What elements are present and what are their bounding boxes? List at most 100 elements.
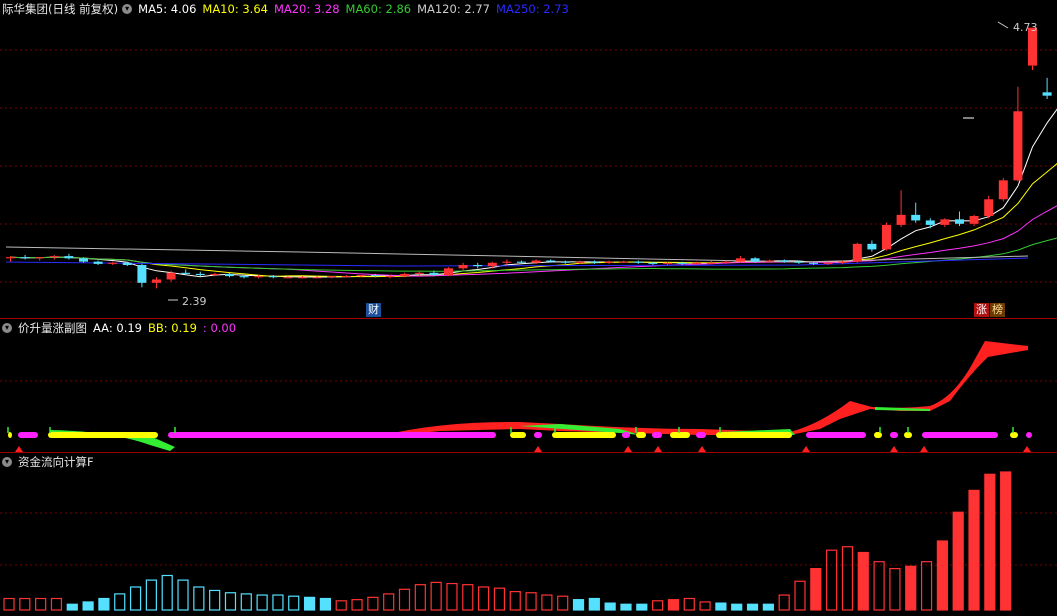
fund-flow-bar xyxy=(699,601,711,611)
candle-body xyxy=(414,272,424,274)
fund-flow-bar xyxy=(794,580,806,611)
ma20-label: MA20: 3.28 xyxy=(273,2,340,16)
fund-flow-bar xyxy=(604,602,616,611)
main-header: 际华集团(日线 前复权) ▾ MA5: 4.06 MA10: 3.64 MA20… xyxy=(0,0,575,18)
candle-body xyxy=(882,224,891,250)
fund-flow-bar xyxy=(35,597,47,611)
candle-body xyxy=(575,261,585,263)
fund-flow-bar xyxy=(3,597,15,611)
sub-chart-1-canvas[interactable] xyxy=(0,319,1057,452)
fund-flow-bar xyxy=(936,540,948,611)
ma120-label: MA120: 2.77 xyxy=(417,2,490,16)
fund-flow-bar xyxy=(177,579,189,611)
fund-flow-bar xyxy=(383,593,395,611)
candle-body xyxy=(473,265,483,267)
ma60-label: MA60: 2.86 xyxy=(345,2,412,16)
fund-flow-bar xyxy=(493,587,506,611)
candle-body xyxy=(531,260,541,263)
candle-body xyxy=(487,262,497,267)
candle-body xyxy=(79,258,88,262)
main-chart-panel[interactable]: 际华集团(日线 前复权) ▾ MA5: 4.06 MA10: 3.64 MA20… xyxy=(0,0,1057,318)
fund-flow-bar xyxy=(762,603,774,611)
candle-body xyxy=(721,261,731,263)
signal-bar xyxy=(922,432,998,438)
signal-bar xyxy=(534,432,542,438)
high-price-label: 4.73 xyxy=(1013,21,1038,34)
candle-body xyxy=(911,214,921,221)
signal-bar xyxy=(874,432,882,438)
sub1-title: 价升量涨副图 xyxy=(18,321,87,335)
candle-body xyxy=(502,261,512,263)
fund-flow-bar xyxy=(525,592,537,611)
fund-flow-bar xyxy=(430,581,442,611)
stock-title: 际华集团(日线 前复权) xyxy=(2,2,119,16)
sub2-dropdown-icon[interactable]: ▾ xyxy=(2,457,12,467)
candle-body xyxy=(327,276,337,278)
candle-body xyxy=(969,215,979,224)
candle-body xyxy=(896,214,906,225)
fund-flow-bar xyxy=(557,595,569,611)
candle-body xyxy=(64,256,74,259)
signal-bar xyxy=(48,432,158,438)
main-chart-canvas[interactable] xyxy=(0,0,1057,318)
fund-flow-bar xyxy=(873,561,885,611)
candle-body xyxy=(823,262,833,264)
candle-body xyxy=(1013,111,1023,181)
candle-body xyxy=(736,258,745,262)
fund-flow-bar xyxy=(478,586,490,611)
candle-body xyxy=(984,199,994,216)
sub1-dropdown-icon[interactable]: ▾ xyxy=(2,323,12,333)
ranking-tag[interactable]: 榜 xyxy=(990,303,1005,317)
ma250-label: MA250: 2.73 xyxy=(495,2,569,16)
fund-flow-bar xyxy=(746,603,759,611)
fund-flow-bar xyxy=(715,602,727,611)
candle-body xyxy=(925,220,935,225)
fund-flow-bar xyxy=(319,597,331,611)
candle-body xyxy=(385,276,395,278)
candle-body xyxy=(239,276,249,278)
fund-flow-bar xyxy=(857,551,869,611)
signal-bar xyxy=(696,432,706,438)
fund-flow-bar xyxy=(920,561,933,611)
candle-body xyxy=(93,261,103,264)
sub2-header: ▾ 资金流向计算F xyxy=(0,453,100,471)
candle-body xyxy=(517,261,526,263)
fund-flow-bar xyxy=(224,592,237,611)
candle-body xyxy=(400,273,410,277)
fund-flow-bar xyxy=(462,584,474,611)
fund-flow-bar xyxy=(114,593,126,611)
fund-flow-bar xyxy=(240,593,252,611)
fund-flow-bar xyxy=(810,567,822,611)
limit-up-tag[interactable]: 涨 xyxy=(974,303,989,317)
fund-flow-bar xyxy=(841,546,854,611)
sub-chart-2-panel[interactable]: ▾ 资金流向计算F xyxy=(0,453,1057,616)
candle-body xyxy=(619,261,629,263)
candle-body xyxy=(794,261,804,263)
sub1-header: ▾ 价升量涨副图 AA: 0.19 BB: 0.19 : 0.00 xyxy=(0,319,242,337)
sub-chart-2-canvas[interactable] xyxy=(0,453,1057,616)
low-price-label: 2.39 xyxy=(182,295,207,308)
fund-flow-bar xyxy=(288,595,300,611)
candle-body xyxy=(779,260,789,262)
sub1-bb-value: BB: 0.19 xyxy=(148,321,197,335)
fund-flow-bar xyxy=(193,586,205,611)
candle-body xyxy=(604,261,614,263)
finance-tag[interactable]: 财 xyxy=(366,303,381,317)
fund-flow-bar xyxy=(398,588,411,611)
candle-body xyxy=(108,262,118,264)
candle-body xyxy=(210,273,220,276)
candle-body xyxy=(1042,92,1052,96)
price-red-band xyxy=(380,341,1028,437)
sub2-title: 资金流向计算F xyxy=(18,455,94,469)
signal-bar xyxy=(652,432,662,438)
fund-flow-bar xyxy=(129,586,142,611)
fund-flow-bar xyxy=(968,489,980,611)
candle-body xyxy=(648,262,658,264)
signal-bar xyxy=(1010,432,1018,438)
sub-chart-1-panel[interactable]: ▾ 价升量涨副图 AA: 0.19 BB: 0.19 : 0.00 xyxy=(0,319,1057,452)
signal-bar xyxy=(18,432,38,438)
fund-flow-bar xyxy=(272,594,284,611)
settings-dropdown-icon[interactable]: ▾ xyxy=(122,4,133,14)
candle-body xyxy=(750,258,760,262)
fund-flow-bar xyxy=(667,599,680,611)
